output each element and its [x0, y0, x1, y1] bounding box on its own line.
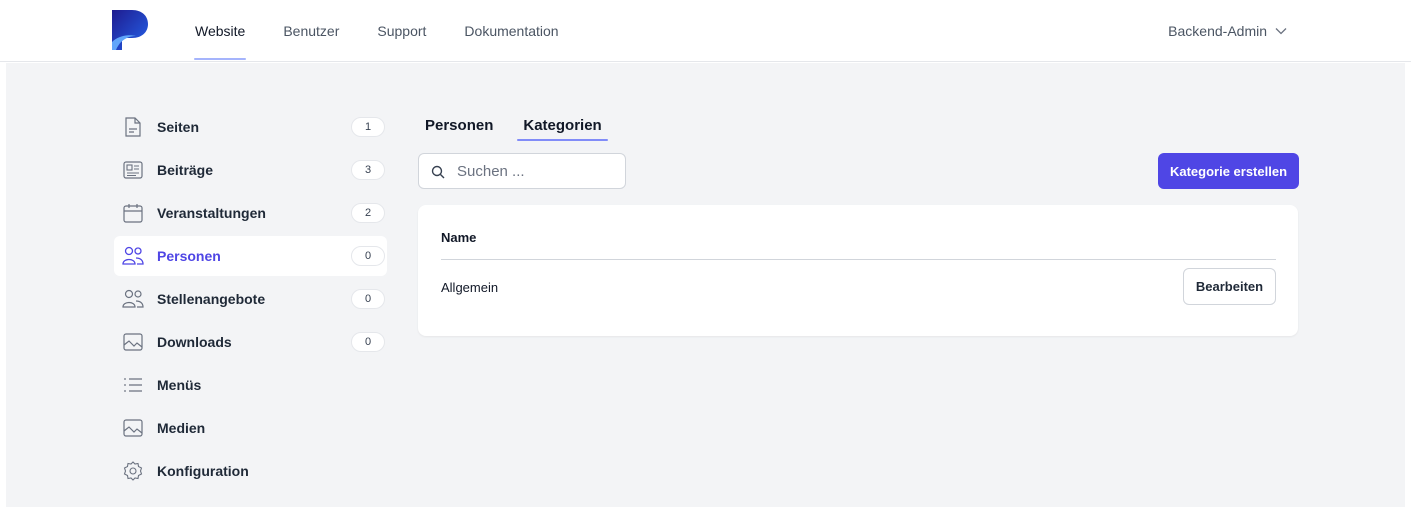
nav-item-support[interactable]: Support	[377, 0, 426, 62]
newspaper-icon	[122, 159, 144, 181]
sidebar-item-beitraege[interactable]: Beiträge 3	[114, 150, 387, 190]
count-badge: 2	[351, 203, 385, 223]
sidebar-item-label: Seiten	[157, 119, 200, 135]
sidebar-item-veranstaltungen[interactable]: Veranstaltungen 2	[114, 193, 387, 233]
sidebar-item-label: Personen	[157, 248, 221, 264]
count-badge: 0	[351, 246, 385, 266]
count-badge: 0	[351, 289, 385, 309]
chevron-down-icon	[1275, 28, 1287, 35]
sidebar-item-downloads[interactable]: Downloads 0	[114, 322, 387, 362]
count-badge: 1	[351, 117, 385, 137]
tab-bar: Personen Kategorien	[422, 117, 629, 141]
user-menu[interactable]: Backend-Admin	[1168, 0, 1287, 62]
nav-item-benutzer[interactable]: Benutzer	[283, 0, 339, 62]
sidebar-item-label: Menüs	[157, 377, 202, 393]
sidebar-item-konfiguration[interactable]: Konfiguration	[114, 451, 387, 491]
nav-item-dokumentation[interactable]: Dokumentation	[464, 0, 558, 62]
main-nav: Website Benutzer Support Dokumentation	[193, 0, 597, 62]
gear-icon	[122, 460, 144, 482]
users-outline-icon	[122, 288, 144, 310]
sidebar-item-label: Veranstaltungen	[157, 205, 266, 221]
sidebar-item-seiten[interactable]: Seiten 1	[114, 107, 387, 147]
table-row-name: Allgemein	[441, 280, 499, 295]
top-navigation: Website Benutzer Support Dokumentation B…	[0, 0, 1411, 62]
user-name: Backend-Admin	[1168, 23, 1267, 39]
image-icon	[122, 417, 144, 439]
image-icon	[122, 331, 144, 353]
create-category-button[interactable]: Kategorie erstellen	[1158, 153, 1299, 189]
count-badge: 3	[351, 160, 385, 180]
search-icon	[431, 165, 445, 179]
users-icon	[122, 245, 144, 267]
search-box	[418, 153, 626, 189]
sidebar-item-label: Stellenangebote	[157, 291, 266, 307]
sidebar-item-stellenangebote[interactable]: Stellenangebote 0	[114, 279, 387, 319]
category-table: Name Allgemein Bearbeiten	[418, 205, 1298, 336]
page-icon	[122, 116, 144, 138]
logo[interactable]	[110, 10, 148, 50]
list-icon	[122, 374, 144, 396]
column-header-name: Name	[441, 230, 477, 245]
calendar-icon	[122, 202, 144, 224]
sidebar-item-label: Downloads	[157, 334, 232, 350]
sidebar-item-label: Beiträge	[157, 162, 214, 178]
edit-button[interactable]: Bearbeiten	[1183, 268, 1276, 305]
sidebar-item-label: Medien	[157, 420, 206, 436]
sidebar-item-menues[interactable]: Menüs	[114, 365, 387, 405]
count-badge: 0	[351, 332, 385, 352]
divider	[441, 259, 1276, 260]
sidebar-item-medien[interactable]: Medien	[114, 408, 387, 448]
content-area: Seiten 1 Beiträge 3 Veranstaltungen 2 Pe…	[6, 63, 1405, 507]
sidebar: Seiten 1 Beiträge 3 Veranstaltungen 2 Pe…	[114, 107, 387, 494]
sidebar-item-personen[interactable]: Personen 0	[114, 236, 387, 276]
nav-item-website[interactable]: Website	[193, 0, 247, 62]
tab-kategorien[interactable]: Kategorien	[517, 117, 609, 141]
tab-personen[interactable]: Personen	[422, 117, 496, 141]
sidebar-item-label: Konfiguration	[157, 463, 249, 479]
search-input[interactable]	[457, 160, 617, 182]
